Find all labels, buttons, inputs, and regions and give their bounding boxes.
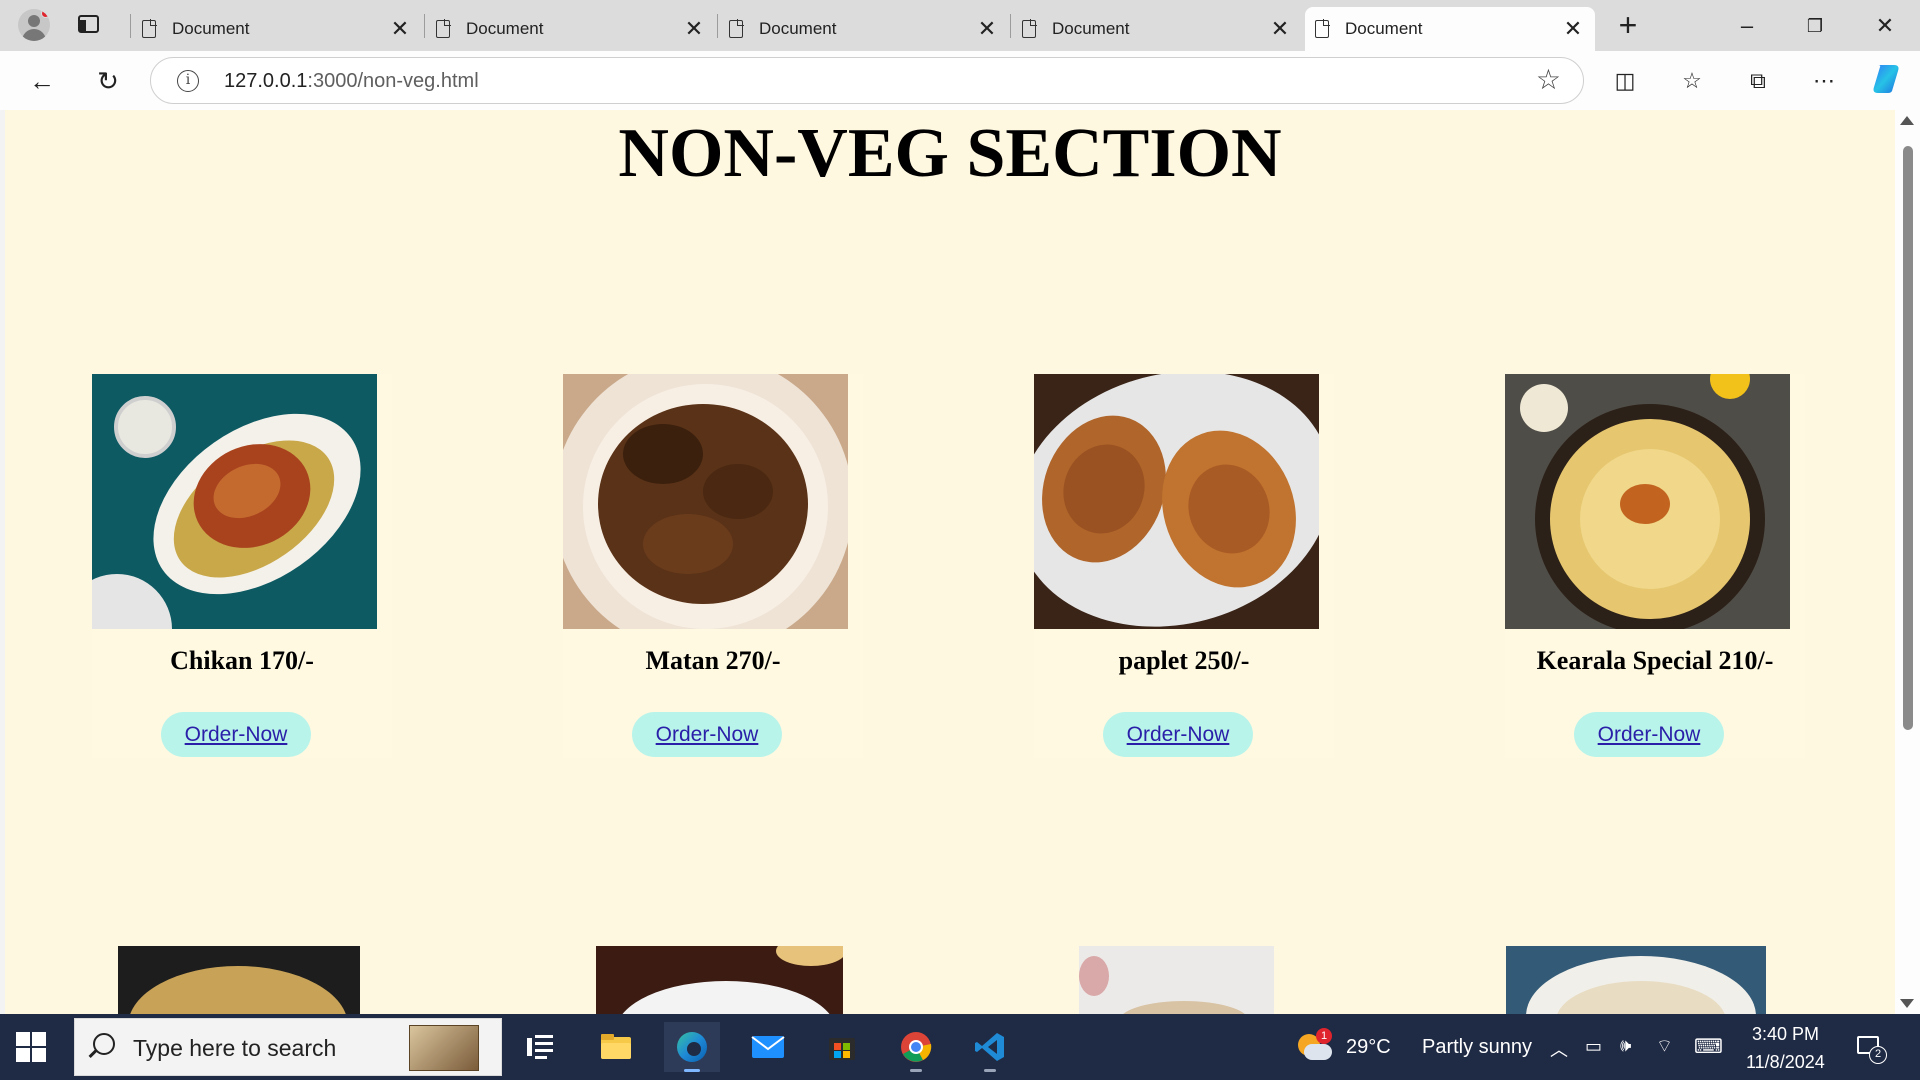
page-title: NON-VEG SECTION <box>618 115 1282 192</box>
keyboard-icon[interactable]: ⌨ <box>1694 1034 1723 1059</box>
browser-tab-active[interactable]: Document ✕ <box>1305 7 1595 51</box>
tab-title: Document <box>1345 19 1423 38</box>
tab-separator <box>717 14 718 38</box>
dish-image <box>1079 946 1274 1014</box>
order-now-link[interactable]: Order-Now <box>161 712 311 757</box>
tab-separator <box>1010 14 1011 38</box>
order-now-link[interactable]: Order-Now <box>1103 712 1253 757</box>
edge-browser-icon[interactable] <box>664 1022 720 1072</box>
dish-image <box>118 946 360 1014</box>
item-name: Chikan 170/- <box>170 646 314 675</box>
vscode-icon[interactable] <box>962 1022 1018 1072</box>
search-highlight-image <box>409 1025 479 1071</box>
favorite-star-icon[interactable]: ☆ <box>1536 66 1561 94</box>
show-hidden-icons-chevron-icon[interactable]: ︿ <box>1550 1036 1568 1062</box>
menu-card: Chikan 170/- Order-Now <box>92 374 392 758</box>
notification-count: 2 <box>1869 1046 1887 1064</box>
windows-start-icon[interactable] <box>16 1032 46 1062</box>
more-menu-icon[interactable]: ⋯ <box>1804 61 1844 101</box>
chrome-icon[interactable] <box>888 1022 944 1072</box>
scroll-up-icon[interactable] <box>1900 116 1914 125</box>
file-explorer-icon[interactable] <box>588 1022 644 1072</box>
close-tab-icon[interactable]: ✕ <box>1266 15 1294 43</box>
url-path: :3000/non-veg.html <box>307 70 479 92</box>
site-info-icon[interactable]: i <box>177 70 199 92</box>
item-name: Kearala Special 210/- <box>1536 646 1774 675</box>
page-viewport: NON-VEG SECTION Chikan 170/- Order-Now M… <box>5 110 1895 1014</box>
close-tab-icon[interactable]: ✕ <box>680 15 708 43</box>
mail-icon[interactable] <box>740 1022 796 1072</box>
scroll-down-icon[interactable] <box>1900 999 1914 1008</box>
windows-taskbar: Type here to search 1 29°C Partly sunny … <box>0 1014 1920 1080</box>
url-text[interactable]: 127.0.0.1:3000/non-veg.html <box>224 70 479 93</box>
document-icon <box>729 19 744 38</box>
close-tab-icon[interactable]: ✕ <box>1559 15 1587 43</box>
browser-tab[interactable]: Document ✕ <box>426 7 716 51</box>
copilot-icon[interactable] <box>1866 61 1906 101</box>
close-tab-icon[interactable]: ✕ <box>386 15 414 43</box>
favorites-icon[interactable]: ☆ <box>1672 61 1712 101</box>
browser-tab[interactable]: Document ✕ <box>132 7 422 51</box>
order-now-link[interactable]: Order-Now <box>632 712 782 757</box>
clock-date[interactable]: 11/8/2024 <box>1746 1052 1825 1073</box>
dish-image <box>596 946 843 1014</box>
vertical-scrollbar[interactable] <box>1895 110 1920 1014</box>
menu-card: Kearala Special 210/- Order-Now <box>1505 374 1805 758</box>
clock-time[interactable]: 3:40 PM <box>1752 1024 1819 1045</box>
collections-icon[interactable]: ⧉ <box>1738 61 1778 101</box>
address-bar[interactable]: i 127.0.0.1:3000/non-veg.html ☆ <box>150 57 1584 104</box>
tab-title: Document <box>759 19 837 38</box>
scrollbar-thumb[interactable] <box>1903 146 1913 730</box>
notification-center-icon[interactable]: 2 <box>1855 1034 1887 1064</box>
menu-card: Matan 270/- Order-Now <box>563 374 863 758</box>
item-name: Matan 270/- <box>645 646 781 675</box>
tab-title: Document <box>1052 19 1130 38</box>
item-name: paplet 250/- <box>1118 646 1250 675</box>
browser-toolbar: ← ↻ i 127.0.0.1:3000/non-veg.html ☆ ◫ ☆ … <box>0 51 1920 110</box>
back-arrow-icon[interactable]: ← <box>22 61 62 101</box>
url-host: 127.0.0.1 <box>224 70 308 92</box>
wifi-icon[interactable]: ⌔ <box>1656 1035 1673 1058</box>
document-icon <box>1022 19 1037 38</box>
new-tab-icon[interactable]: + <box>1612 9 1644 42</box>
minimize-icon[interactable]: – <box>1727 6 1767 46</box>
profile-avatar-icon[interactable] <box>18 9 50 41</box>
browser-tab[interactable]: Document ✕ <box>1012 7 1302 51</box>
close-tab-icon[interactable]: ✕ <box>973 15 1001 43</box>
tab-strip: Document ✕ Document ✕ Document ✕ Documen… <box>0 0 1920 51</box>
browser-tab[interactable]: Document ✕ <box>719 7 1009 51</box>
tab-separator <box>130 14 131 38</box>
mutton-dish-image <box>563 374 848 629</box>
kerala-biryani-image <box>1505 374 1790 629</box>
weather-temperature[interactable]: 29°C <box>1346 1036 1391 1059</box>
tab-title: Document <box>172 19 250 38</box>
window-close-icon[interactable]: ✕ <box>1865 6 1905 46</box>
dish-image <box>1506 946 1766 1014</box>
chicken-dish-image <box>92 374 377 629</box>
tab-separator <box>424 14 425 38</box>
order-now-link[interactable]: Order-Now <box>1574 712 1724 757</box>
search-icon <box>93 1033 115 1055</box>
restore-icon[interactable]: ❐ <box>1795 6 1835 46</box>
tab-actions-menu-icon[interactable] <box>74 12 104 38</box>
document-icon <box>142 19 157 38</box>
microsoft-store-icon[interactable] <box>814 1022 870 1072</box>
split-screen-icon[interactable]: ◫ <box>1605 61 1645 101</box>
weather-icon[interactable]: 1 <box>1296 1028 1332 1064</box>
tab-title: Document <box>466 19 544 38</box>
battery-icon[interactable]: ▭ <box>1585 1036 1602 1057</box>
volume-icon[interactable]: 🕪 <box>1620 1035 1631 1056</box>
weather-badge: 1 <box>1316 1028 1332 1044</box>
document-icon <box>436 19 451 38</box>
taskbar-search-box[interactable]: Type here to search <box>74 1018 502 1076</box>
document-icon <box>1315 19 1330 38</box>
pomfret-dish-image <box>1034 374 1319 629</box>
search-placeholder: Type here to search <box>133 1035 337 1061</box>
task-view-icon[interactable] <box>512 1022 568 1072</box>
weather-description[interactable]: Partly sunny <box>1422 1036 1532 1059</box>
reload-icon[interactable]: ↻ <box>88 61 128 101</box>
menu-card: paplet 250/- Order-Now <box>1034 374 1334 758</box>
